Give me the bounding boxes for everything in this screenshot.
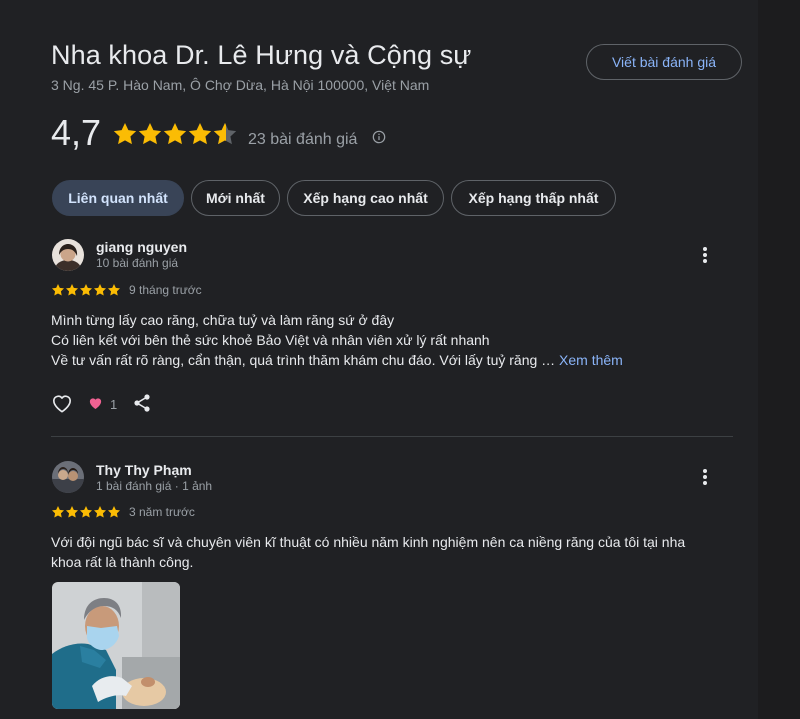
review-text-line: Về tư vấn rất rõ ràng, cẩn thận, quá trì… bbox=[51, 350, 623, 370]
reviews-panel: Nha khoa Dr. Lê Hưng và Cộng sự 3 Ng. 45… bbox=[0, 0, 758, 719]
info-icon[interactable] bbox=[372, 130, 386, 144]
avatar[interactable] bbox=[52, 239, 84, 271]
more-options-icon[interactable] bbox=[695, 467, 715, 487]
reviewer-name[interactable]: giang nguyen bbox=[96, 239, 187, 255]
review-text-line: Mình từng lấy cao răng, chữa tuỷ và làm … bbox=[51, 312, 395, 328]
tab-most-relevant[interactable]: Liên quan nhất bbox=[52, 180, 184, 216]
review-stars-icon bbox=[51, 284, 121, 296]
like-count: 1 bbox=[110, 397, 118, 412]
review-text-line: Có liên kết với bên thẻ sức khoẻ Bảo Việ… bbox=[51, 332, 490, 348]
reviewer-name[interactable]: Thy Thy Phạm bbox=[96, 462, 192, 478]
average-rating: 4,7 bbox=[51, 112, 102, 153]
business-address: 3 Ng. 45 P. Hào Nam, Ô Chợ Dừa, Hà Nội 1… bbox=[51, 77, 430, 93]
reviewer-meta: 1 bài đánh giá · 1 ảnh bbox=[96, 479, 213, 493]
review-time: 3 năm trước bbox=[129, 505, 195, 519]
tab-highest-rating[interactable]: Xếp hạng cao nhất bbox=[287, 180, 444, 216]
review-text-line: khoa rất là thành công. bbox=[51, 554, 194, 570]
review-count: 23 bài đánh giá bbox=[248, 131, 358, 148]
right-edge bbox=[758, 0, 800, 719]
review-text-truncated: Về tư vấn rất rõ ràng, cẩn thận, quá trì… bbox=[51, 352, 556, 368]
heart-reaction-icon bbox=[89, 398, 102, 409]
reviewer-meta: 10 bài đánh giá bbox=[96, 256, 179, 270]
like-heart-icon[interactable] bbox=[51, 393, 73, 413]
tab-lowest-rating[interactable]: Xếp hạng thấp nhất bbox=[451, 180, 616, 216]
review-stars-icon bbox=[51, 506, 121, 518]
tab-newest[interactable]: Mới nhất bbox=[191, 180, 280, 216]
share-icon[interactable] bbox=[133, 393, 151, 413]
write-review-button[interactable]: Viết bài đánh giá bbox=[586, 44, 742, 80]
review-divider bbox=[51, 436, 733, 437]
review-text-line: Với đội ngũ bác sĩ và chuyên viên kĩ thu… bbox=[51, 534, 686, 550]
business-name: Nha khoa Dr. Lê Hưng và Cộng sự bbox=[51, 40, 472, 70]
avatar[interactable] bbox=[52, 461, 84, 493]
rating-stars-icon bbox=[113, 122, 237, 145]
review-photo[interactable] bbox=[52, 582, 180, 709]
see-more-link[interactable]: Xem thêm bbox=[559, 352, 623, 368]
review-time: 9 tháng trước bbox=[129, 283, 202, 297]
more-options-icon[interactable] bbox=[695, 245, 715, 265]
